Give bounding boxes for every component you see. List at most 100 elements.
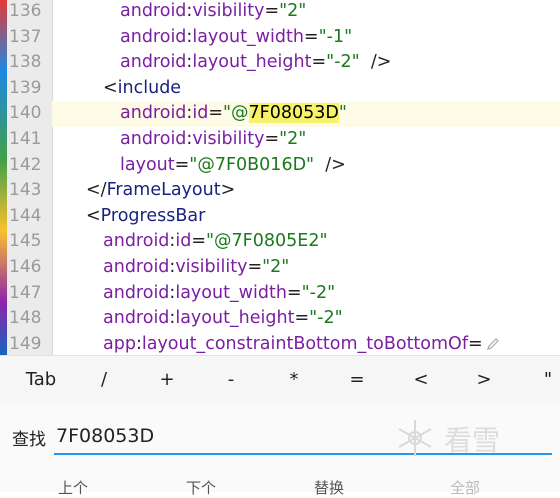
code-token: = (311, 52, 327, 73)
code-token: </ (86, 180, 107, 201)
find-panel: 查找 看雪 上个 下个 替换 全部 (0, 403, 560, 498)
symbol-key[interactable]: " (523, 356, 560, 404)
code-token: ProgressBar (100, 205, 206, 226)
code-token: id (175, 231, 192, 252)
left-edge-strip (0, 0, 7, 355)
code-token: = (191, 231, 206, 252)
code-token: /> (359, 52, 392, 73)
replace-button[interactable]: 替换 (314, 477, 344, 498)
code-token: < (103, 77, 118, 98)
code-text: </FrameLayout> (86, 178, 235, 204)
code-text: <ProgressBar (86, 204, 205, 230)
code-token: "@ (222, 103, 249, 124)
code-token: layout_width (175, 282, 287, 303)
symbol-toolbar: Tab / + - * = < > " (0, 355, 560, 404)
code-token: id (192, 103, 209, 124)
code-text: android:layout_height="-2" (103, 306, 343, 332)
code-line[interactable]: 144 <ProgressBar (9, 204, 560, 230)
prev-button[interactable]: 上个 (58, 477, 88, 498)
code-token: android (103, 282, 170, 303)
line-number: 137 (9, 26, 42, 47)
code-line[interactable]: 148 android:layout_height="-2" (9, 306, 560, 332)
code-token: "-2" (309, 308, 343, 329)
code-text: app:layout_constraintBottom_toBottomOf= (103, 332, 500, 358)
code-token: "-2" (326, 52, 360, 73)
replace-all-button[interactable]: 全部 (450, 477, 480, 498)
search-match: 7F08053D (248, 103, 339, 124)
find-actions: 上个 下个 替换 全部 (0, 475, 560, 498)
code-token: /> (314, 154, 346, 175)
symbol-key[interactable]: - (206, 356, 256, 404)
code-token: visibility (175, 257, 248, 277)
code-line[interactable]: 145 android:id="@7F0805E2" (9, 229, 560, 255)
edit-pencil-icon (486, 337, 499, 350)
code-token: android (120, 103, 187, 124)
code-token: = (247, 257, 263, 277)
code-token: app (103, 333, 136, 354)
code-line[interactable]: 143 </FrameLayout> (9, 178, 560, 204)
code-token: android (103, 257, 170, 277)
symbol-key[interactable]: < (396, 356, 446, 404)
code-editor[interactable]: 136 android:visibility="2" 137 android:layo… (9, 0, 560, 358)
line-number: 142 (9, 154, 42, 175)
line-number: 148 (9, 308, 42, 329)
code-token: android (120, 52, 187, 73)
line-number: 145 (9, 231, 42, 252)
code-token: < (86, 205, 101, 226)
code-line[interactable]: 142 layout="@7F0B016D" /> (9, 153, 560, 179)
line-number: 147 (9, 282, 42, 303)
code-line[interactable]: 147 android:layout_width="-2" (9, 281, 560, 307)
code-text: android:layout_width="-1" (120, 25, 352, 51)
code-token: layout_constraintBottom_toBottomOf (141, 333, 468, 354)
code-token: FrameLayout (106, 180, 221, 201)
code-line[interactable]: 146 android:visibility="2" (9, 255, 560, 281)
code-token: layout_height (192, 52, 312, 73)
snowflake-icon (398, 420, 432, 456)
symbol-key[interactable]: + (142, 356, 192, 404)
line-number: 141 (9, 129, 42, 149)
code-text: android:layout_width="-2" (103, 281, 335, 307)
line-number: 136 (9, 1, 42, 21)
code-text: android:id="@7F08053D" (120, 101, 347, 127)
code-token: "@7F0B016D" (189, 154, 315, 175)
code-token: "-2" (301, 282, 336, 303)
code-token: "@7F0805E2" (205, 231, 328, 252)
code-token: "2" (279, 129, 307, 149)
code-line[interactable]: 139 <include (9, 76, 560, 102)
code-token: = (467, 333, 483, 354)
code-token: android (120, 129, 187, 149)
line-number: 143 (9, 180, 42, 201)
code-token: android (120, 26, 187, 47)
code-text: android:visibility="2" (103, 255, 289, 281)
line-number: 146 (9, 257, 42, 277)
code-line[interactable]: 138 android:layout_height="-2" /> (9, 50, 560, 76)
code-token: = (264, 129, 280, 149)
code-token: = (174, 154, 190, 175)
symbol-key[interactable]: = (332, 356, 382, 404)
line-number: 138 (9, 52, 42, 73)
code-token: visibility (192, 129, 265, 149)
code-line[interactable]: 149 app:layout_constraintBottom_toBottomO… (9, 332, 560, 358)
next-button[interactable]: 下个 (186, 477, 216, 498)
symbol-key[interactable]: Tab (16, 356, 66, 404)
code-text: android:visibility="2" (120, 0, 306, 25)
code-line[interactable]: 141 android:visibility="2" (9, 127, 560, 153)
symbol-key[interactable]: * (269, 356, 319, 404)
code-token: layout (120, 154, 175, 175)
code-token: > (220, 180, 236, 201)
symbol-key[interactable]: > (459, 356, 509, 404)
find-label: 查找 (12, 430, 46, 450)
code-token: = (303, 26, 319, 47)
code-line[interactable]: 137 android:layout_width="-1" (9, 25, 560, 51)
code-token: = (208, 103, 223, 124)
code-text: <include (103, 76, 181, 102)
code-token: visibility (192, 1, 265, 21)
code-line[interactable]: 140 android:id="@7F08053D" (9, 101, 560, 127)
code-line[interactable]: 136 android:visibility="2" (9, 0, 560, 25)
line-number: 140 (9, 103, 42, 124)
code-token: android (103, 308, 170, 329)
watermark-text: 看雪 (444, 424, 501, 457)
code-token: = (264, 1, 280, 21)
code-token: "2" (262, 257, 290, 277)
symbol-key[interactable]: / (79, 356, 129, 404)
